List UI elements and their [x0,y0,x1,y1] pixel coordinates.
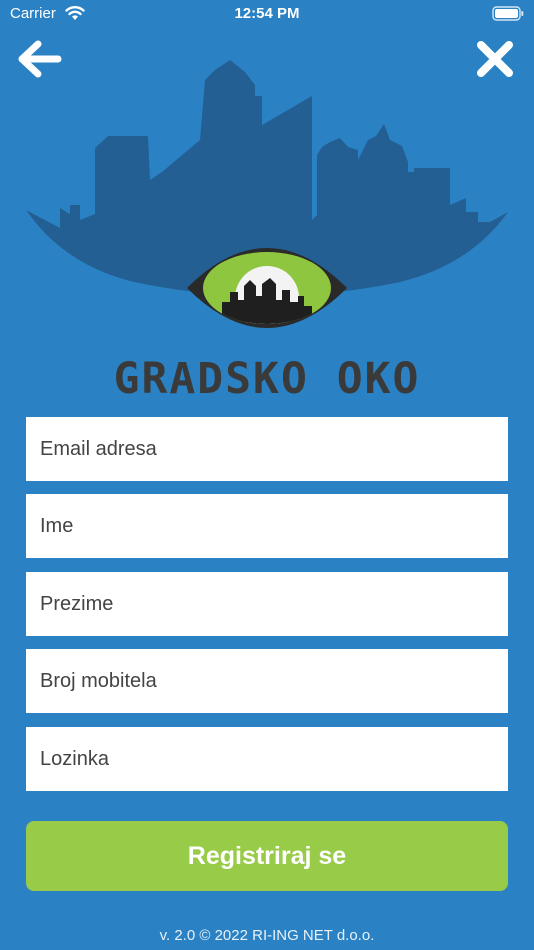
password-field[interactable] [26,727,508,791]
register-screen: Carrier 12:54 PM GRADSKO OKO Email adres… [0,0,534,950]
version-footer: v. 2.0 © 2022 RI-ING NET d.o.o. [159,927,375,944]
gradsko-oko-logo [26,60,508,328]
brand-text: GRADSKO OKO [113,354,421,404]
last-name-field[interactable] [26,572,508,636]
email-field[interactable] [26,417,508,481]
first-name-field[interactable] [26,494,508,558]
clock: 12:54 PM [234,5,300,22]
register-button[interactable]: Registriraj se [26,821,508,891]
battery-icon [492,6,524,21]
status-bar: Carrier 12:54 PM [0,0,534,28]
phone-field[interactable] [26,649,508,713]
